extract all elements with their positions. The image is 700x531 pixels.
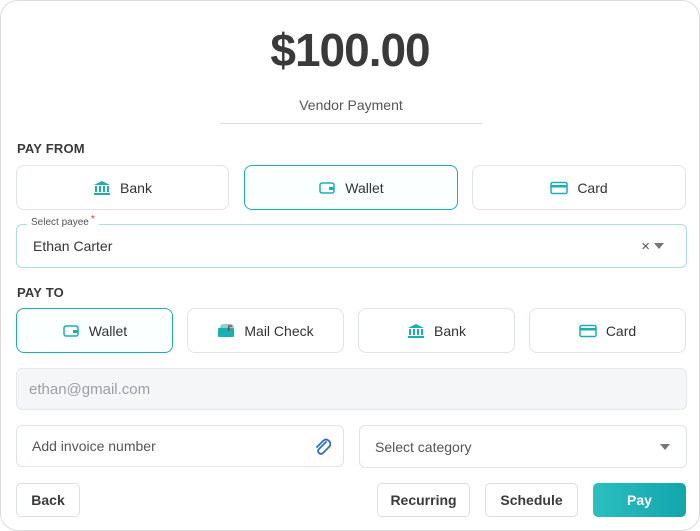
- invoice-input[interactable]: [32, 438, 292, 454]
- pay-from-label: PAY FROM: [17, 141, 85, 156]
- pay-from-wallet[interactable]: Wallet: [244, 165, 458, 210]
- wallet-icon: [318, 180, 336, 196]
- payment-description[interactable]: Vendor Payment: [220, 97, 482, 124]
- pay-button[interactable]: Pay: [593, 483, 686, 517]
- pay-to-card-label: Card: [605, 322, 637, 339]
- payee-value: Ethan Carter: [33, 238, 113, 254]
- recurring-button[interactable]: Recurring: [377, 483, 470, 517]
- pay-from-bank-label: Bank: [120, 179, 152, 196]
- wallet-icon: [62, 323, 80, 339]
- card-icon: [579, 323, 597, 339]
- category-placeholder: Select category: [375, 439, 472, 455]
- pay-to-wallet-label: Wallet: [88, 322, 128, 339]
- payee-select[interactable]: Select payee * Ethan Carter ×: [16, 214, 687, 268]
- pay-to-wallet[interactable]: Wallet: [16, 308, 173, 353]
- chevron-down-icon[interactable]: [654, 243, 664, 249]
- pay-from-card[interactable]: Card: [472, 165, 686, 210]
- card-icon: [550, 180, 569, 196]
- category-select[interactable]: Select category: [359, 425, 687, 468]
- required-mark: *: [90, 214, 95, 225]
- pay-to-card[interactable]: Card: [529, 308, 686, 353]
- pay-from-bank[interactable]: Bank: [16, 165, 229, 210]
- pay-to-label: PAY TO: [17, 285, 64, 300]
- pay-to-mail-check[interactable]: Mail Check: [187, 308, 344, 353]
- pay-to-bank[interactable]: Bank: [358, 308, 515, 353]
- schedule-button[interactable]: Schedule: [485, 483, 578, 517]
- mailbox-icon: [217, 323, 235, 339]
- invoice-field[interactable]: [16, 425, 344, 467]
- pay-to-bank-label: Bank: [434, 322, 466, 339]
- chevron-down-icon: [660, 444, 670, 450]
- bank-icon: [93, 180, 111, 196]
- pay-to-mail-check-label: Mail Check: [244, 322, 314, 339]
- bank-icon: [407, 323, 425, 339]
- paperclip-icon[interactable]: [313, 436, 332, 461]
- back-button[interactable]: Back: [16, 483, 80, 517]
- payment-amount[interactable]: $100.00: [1, 23, 699, 77]
- pay-from-wallet-label: Wallet: [345, 179, 384, 196]
- clear-icon[interactable]: ×: [641, 238, 650, 255]
- pay-from-card-label: Card: [577, 179, 608, 196]
- payee-email-field: ethan@gmail.com: [16, 368, 687, 410]
- payment-card: $100.00 Vendor Payment PAY FROM Bank Wal…: [0, 0, 700, 531]
- payee-label: Select payee *: [27, 214, 99, 228]
